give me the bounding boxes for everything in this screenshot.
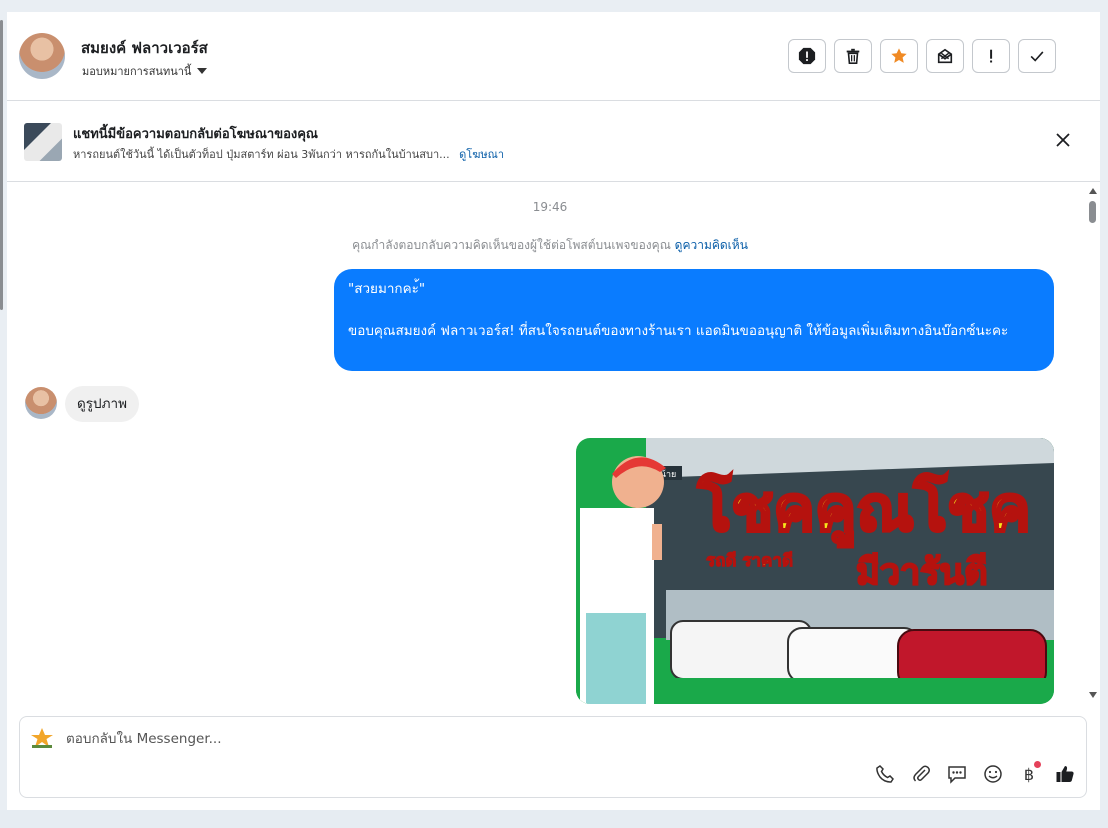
delete-button[interactable]: [834, 39, 872, 73]
baht-icon: ฿: [1023, 764, 1035, 784]
ad-description-text: หารถยนต์ใช้วันนี้ ได้เป็นตัวท็อป ปุ่มสตา…: [73, 148, 450, 161]
attach-button[interactable]: [910, 763, 932, 785]
timestamp-separator: 19:46: [532, 200, 568, 214]
saved-replies-icon: [948, 766, 966, 784]
scroll-down-arrow[interactable]: [1089, 692, 1097, 698]
important-icon: [990, 49, 993, 63]
mark-unread-button[interactable]: [926, 39, 964, 73]
chevron-down-icon: [197, 68, 208, 74]
outgoing-image[interactable]: อ่างหน้าย โชคคูณโชค รถดี ราคาดี มีวารันต…: [576, 438, 1054, 704]
system-note: คุณกำลังตอบกลับความคิดเห็นของผู้ใช้ต่อโพ…: [7, 236, 1087, 255]
mark-done-button[interactable]: [1018, 39, 1056, 73]
message-thread: 19:46 คุณกำลังตอบกลับความคิดเห็นของผู้ใช…: [7, 182, 1087, 710]
phone-icon: [876, 765, 894, 783]
quoted-comment: "สวยมากคะ้": [348, 281, 426, 297]
image-headline: โชคคูณโชค: [697, 472, 1031, 547]
incoming-message[interactable]: ดูรูปภาพ: [65, 386, 139, 422]
saved-replies-button[interactable]: [946, 763, 968, 785]
left-scroll-edge: [0, 20, 3, 310]
view-comment-link[interactable]: ดูความคิดเห็น: [675, 238, 748, 252]
checkmark-icon: [1030, 51, 1044, 62]
image-subline-left: รถดี ราคาดี: [706, 550, 793, 571]
presenter-finger: [652, 524, 662, 560]
ad-reply-banner: แชทนี้มีข้อความตอบกลับต่อโฆษณาของคุณ หาร…: [7, 101, 1100, 182]
scrollbar-thumb[interactable]: [1089, 201, 1096, 223]
reply-composer: ฿: [19, 716, 1087, 798]
assign-label: มอบหมายการสนทนานี้: [82, 65, 192, 78]
spam-icon: [798, 47, 816, 65]
like-button[interactable]: [1054, 763, 1076, 785]
presenter-pants: [586, 613, 646, 704]
emoji-icon: [984, 765, 1002, 783]
contact-name[interactable]: สมยงค์ ฟลาวเวอร์ส: [81, 36, 208, 60]
call-button[interactable]: [874, 763, 896, 785]
important-button[interactable]: [972, 39, 1010, 73]
page-logo-icon: [31, 728, 53, 748]
bottom-background-strip: [0, 810, 1108, 828]
spam-button[interactable]: [788, 39, 826, 73]
image-subline-right: มีวารันตี: [856, 552, 987, 593]
reply-input[interactable]: [66, 731, 866, 747]
notification-dot: [1034, 761, 1041, 768]
payment-button[interactable]: ฿: [1018, 761, 1041, 785]
close-icon[interactable]: [1053, 130, 1073, 150]
outgoing-message[interactable]: "สวยมากคะ้" ขอบคุณสมยงค์ ฟลาวเวอร์ส! ที่…: [334, 269, 1054, 371]
ad-thumbnail[interactable]: [24, 123, 62, 161]
scroll-up-arrow[interactable]: [1089, 188, 1097, 194]
conversation-panel: สมยงค์ ฟลาวเวอร์ส มอบหมายการสนทนานี้ แชท…: [7, 12, 1100, 810]
star-icon: [891, 48, 907, 63]
outgoing-message-text: ขอบคุณสมยงค์ ฟลาวเวอร์ส! ที่สนใจรถยนต์ขอ…: [348, 323, 1009, 339]
conversation-header: สมยงค์ ฟลาวเวอร์ส มอบหมายการสนทนานี้: [7, 12, 1100, 101]
view-ad-link[interactable]: ดูโฆษณา: [459, 148, 504, 161]
attach-icon: [913, 765, 930, 782]
header-actions: [788, 39, 1056, 73]
trash-icon: [846, 48, 860, 65]
composer-tools: ฿: [874, 761, 1076, 785]
contact-avatar[interactable]: [19, 33, 65, 79]
ad-banner-description: หารถยนต์ใช้วันนี้ ได้เป็นตัวท็อป ปุ่มสตา…: [73, 145, 504, 163]
star-button[interactable]: [880, 39, 918, 73]
mark-unread-icon: [937, 48, 953, 64]
ad-banner-title: แชทนี้มีข้อความตอบกลับต่อโฆษณาของคุณ: [73, 127, 318, 142]
emoji-button[interactable]: [982, 763, 1004, 785]
system-note-text: คุณกำลังตอบกลับความคิดเห็นของผู้ใช้ต่อโพ…: [352, 238, 671, 252]
like-icon: [1056, 766, 1074, 782]
sender-avatar[interactable]: [25, 387, 57, 419]
assign-conversation-dropdown[interactable]: มอบหมายการสนทนานี้: [82, 62, 208, 80]
